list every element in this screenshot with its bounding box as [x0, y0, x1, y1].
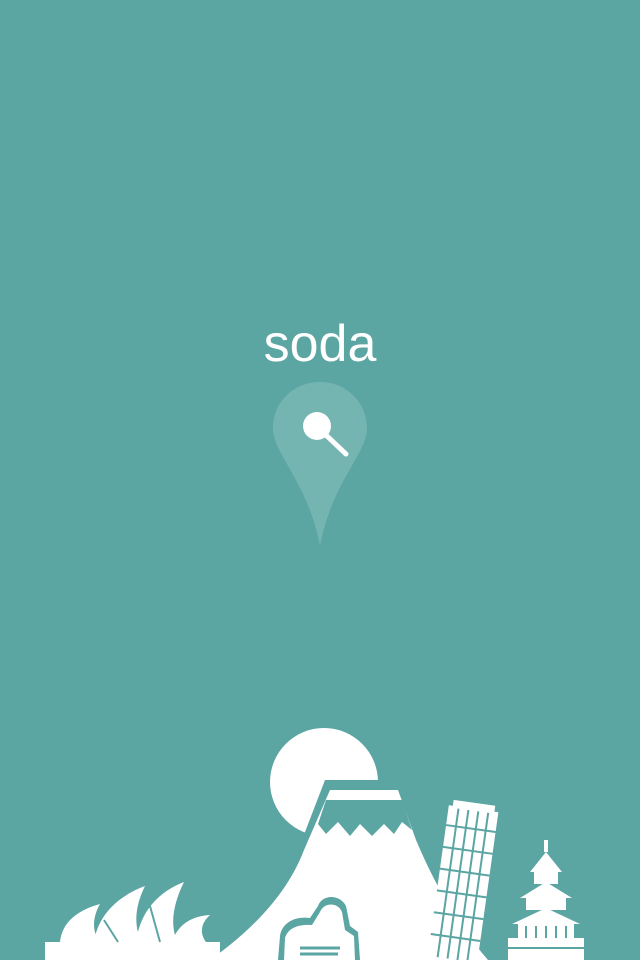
app-title: soda	[263, 315, 377, 373]
leaning-tower-icon	[427, 799, 499, 960]
temple-of-heaven-icon	[508, 840, 584, 960]
landmarks-illustration	[45, 728, 584, 960]
splash-screen: { "app": { "title": "soda" }, "logo": { …	[0, 0, 640, 960]
sydney-opera-house-icon	[45, 882, 220, 960]
map-pin-icon	[273, 382, 367, 546]
